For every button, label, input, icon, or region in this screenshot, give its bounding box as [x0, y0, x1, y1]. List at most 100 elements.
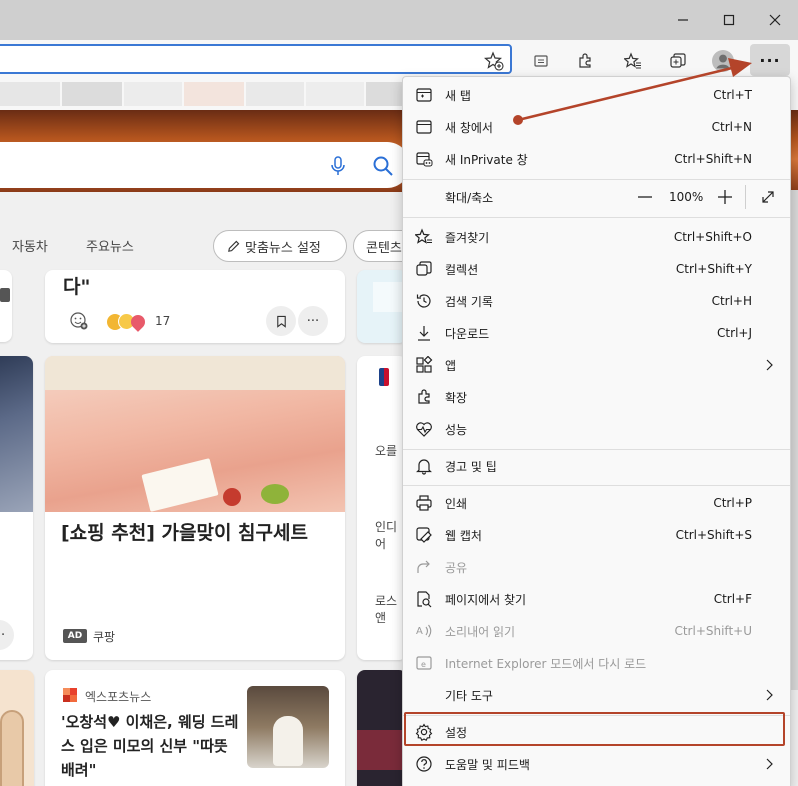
chevron-right-icon [766, 689, 773, 701]
menu-item-label: 검색 기록 [445, 294, 493, 309]
search-icon[interactable] [372, 155, 394, 177]
reading-view-button[interactable] [528, 48, 554, 74]
save-button[interactable] [266, 306, 296, 336]
favorites-bar-item[interactable] [124, 82, 182, 106]
menu-item-label: 소리내어 읽기 [445, 624, 516, 639]
menu-item-new-tab[interactable]: 새 탭 Ctrl+T [403, 79, 790, 111]
menu-separator [403, 217, 790, 218]
menu-item-shortcut: Ctrl+Shift+Y [675, 262, 752, 276]
more-icon: ··· [306, 313, 320, 329]
personalize-news-label: 맞춤뉴스 설정 [245, 240, 321, 256]
minimize-icon [678, 19, 688, 21]
nba-logo-icon [379, 368, 389, 386]
close-button[interactable] [752, 6, 798, 34]
close-icon [769, 14, 781, 26]
add-favorite-icon[interactable] [484, 51, 504, 71]
menu-item-favorites[interactable]: 즐겨찾기 Ctrl+Shift+O [403, 221, 790, 253]
settings-and-more-button[interactable]: ··· [750, 44, 790, 76]
news-card[interactable]: 엑스포츠뉴스 '오창석♥ 이채은, 웨딩 드레스 입은 미모의 신부 "따뜻 배… [45, 670, 345, 786]
menu-item-shortcut: Ctrl+Shift+U [674, 624, 752, 638]
menu-item-collections[interactable]: 컬렉션 Ctrl+Shift+Y [403, 253, 790, 285]
favorites-bar-item[interactable] [366, 82, 402, 106]
menu-item-print[interactable]: 인쇄 Ctrl+P [403, 487, 790, 519]
news-card[interactable]: ··· [0, 356, 33, 660]
menu-item-shortcut: Ctrl+P [713, 496, 752, 510]
menu-item-shortcut: Ctrl+T [713, 88, 752, 102]
menu-item-extensions[interactable]: 확장 [403, 381, 790, 413]
maximize-button[interactable] [706, 6, 752, 34]
menu-item-more-tools[interactable]: 기타 도구 [403, 679, 790, 711]
menu-item-share[interactable]: 공유 [403, 551, 790, 583]
title-bar [0, 0, 798, 40]
menu-item-zoom: 확대/축소 100% [403, 181, 790, 213]
content-label: 콘텐츠 [366, 240, 402, 256]
menu-item-downloads[interactable]: 다운로드 Ctrl+J [403, 317, 790, 349]
menu-item-ie-mode[interactable]: e Internet Explorer 모드에서 다시 로드 [403, 647, 790, 679]
reaction-emojis [107, 312, 149, 332]
more-options-button[interactable]: ··· [0, 620, 14, 650]
favorites-bar-item[interactable] [306, 82, 364, 106]
news-card[interactable] [0, 670, 34, 786]
svg-text:e: e [421, 660, 426, 669]
extensions-button[interactable] [572, 48, 598, 74]
address-bar[interactable] [0, 44, 512, 74]
news-card[interactable] [0, 270, 12, 342]
menu-item-read-aloud[interactable]: A 소리내어 읽기 Ctrl+Shift+U [403, 615, 790, 647]
nav-tab-autos[interactable]: 자동차 [12, 236, 48, 255]
extensions-icon [579, 53, 591, 68]
menu-item-performance[interactable]: 성능 [403, 413, 790, 445]
menu-item-label: 도움말 및 피드백 [445, 757, 530, 772]
menu-item-help[interactable]: 도움말 및 피드백 [403, 748, 790, 780]
favorites-bar-item[interactable] [246, 82, 304, 106]
collections-button[interactable] [665, 48, 691, 74]
more-options-button[interactable]: ··· [298, 306, 328, 336]
ad-source: 쿠팡 [93, 630, 116, 644]
news-card[interactable] [357, 270, 407, 343]
news-card[interactable] [357, 670, 407, 786]
favorites-bar-item[interactable] [62, 82, 122, 106]
menu-item-shortcut: Ctrl+J [717, 326, 752, 340]
new-tab-icon [415, 86, 433, 104]
menu-item-label: 설정 [445, 725, 468, 740]
fullscreen-icon[interactable] [759, 188, 777, 206]
add-reaction-icon[interactable] [69, 311, 89, 331]
menu-item-label: 공유 [445, 560, 468, 575]
menu-item-web-capture[interactable]: 웹 캡처 Ctrl+Shift+S [403, 519, 790, 551]
menu-item-apps[interactable]: 앱 [403, 349, 790, 381]
web-capture-icon [415, 526, 433, 544]
heartbeat-icon [415, 420, 433, 438]
web-search-box[interactable] [0, 142, 410, 188]
shopping-ad-card[interactable]: [쇼핑 추천] 가을맞이 침구세트 AD 쿠팡 [45, 356, 345, 660]
profile-icon [712, 50, 734, 72]
favorites-button[interactable] [620, 48, 646, 74]
favorites-bar-item[interactable] [184, 82, 244, 106]
menu-item-history[interactable]: 검색 기록 Ctrl+H [403, 285, 790, 317]
news-image [247, 686, 329, 768]
apps-icon [415, 355, 433, 374]
favorites-bar-item[interactable] [0, 82, 60, 106]
zoom-in-button[interactable] [715, 187, 735, 207]
sports-card[interactable]: 오를 인디어 로스앤 [357, 356, 407, 660]
ad-badge: AD [63, 629, 87, 643]
menu-item-settings[interactable]: 설정 [403, 716, 790, 748]
zoom-label: 확대/축소 [445, 190, 494, 205]
nav-tab-top-news[interactable]: 주요뉴스 [86, 236, 134, 255]
menu-item-shortcut: Ctrl+Shift+S [675, 528, 752, 542]
profile-button[interactable] [710, 48, 736, 74]
microphone-icon[interactable] [328, 155, 348, 177]
menu-item-find[interactable]: 페이지에서 찾기 Ctrl+F [403, 583, 790, 615]
personalize-news-button[interactable]: 맞춤뉴스 설정 [213, 230, 347, 262]
menu-item-alerts[interactable]: 경고 및 팁 [403, 450, 790, 482]
menu-item-new-window[interactable]: 새 창에서 Ctrl+N [403, 111, 790, 143]
menu-item-label: 성능 [445, 422, 468, 437]
zoom-divider [745, 185, 746, 209]
printer-icon [415, 494, 433, 512]
chevron-right-icon [766, 758, 773, 770]
minimize-button[interactable] [660, 6, 706, 34]
chevron-right-icon [766, 359, 773, 371]
menu-item-label: 페이지에서 찾기 [445, 592, 527, 607]
menu-item-label: 즐겨찾기 [445, 230, 490, 245]
menu-item-inprivate[interactable]: 새 InPrivate 창 Ctrl+Shift+N [403, 143, 790, 175]
zoom-out-button[interactable] [635, 187, 655, 207]
news-card[interactable]: 다" 17 ··· [45, 270, 345, 343]
